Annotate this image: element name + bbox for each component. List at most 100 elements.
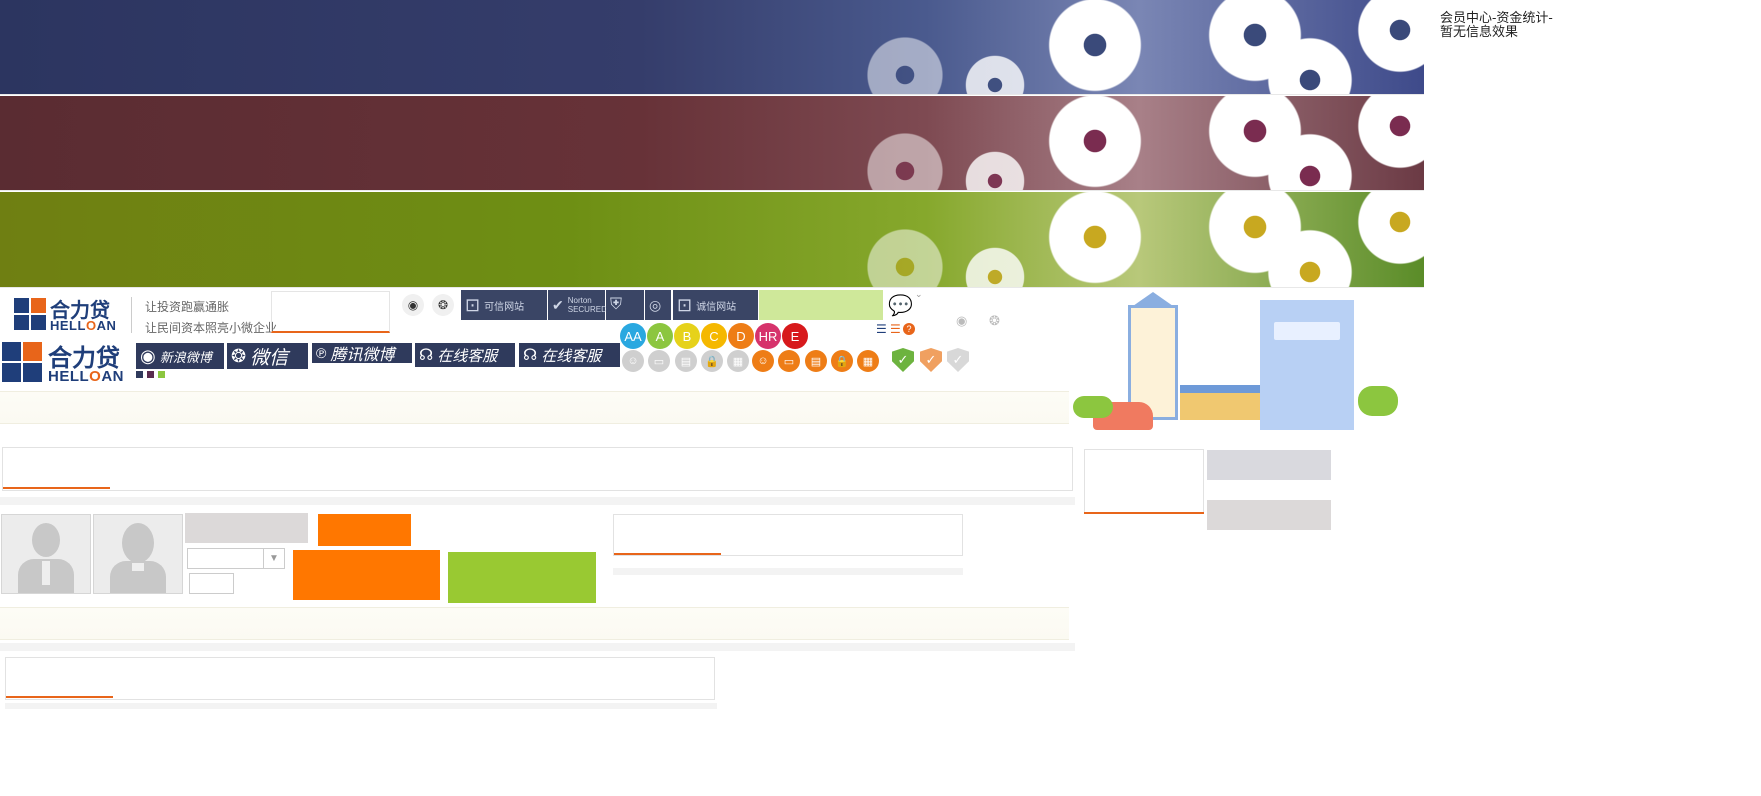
trust-badge-kexin[interactable]: ⊡ 可信网站 (461, 290, 547, 320)
online-service-button-2[interactable]: ☊ 在线客服 (519, 343, 620, 367)
rating-hr-icon: HR (755, 323, 781, 349)
lock-icon-active: 🔒 (831, 350, 853, 372)
page-note: 会员中心-资金统计- 暂无信息效果 (1440, 12, 1761, 40)
gray-button[interactable] (1207, 450, 1331, 480)
logo-mark-icon (2, 342, 42, 382)
female-avatar[interactable] (93, 514, 183, 594)
wechat-icon[interactable]: ❂ (989, 313, 1000, 329)
male-silhouette-icon (18, 523, 74, 593)
rating-d-icon: D (728, 323, 754, 349)
city-illustration (1073, 290, 1398, 440)
list-icon-orange[interactable]: ☰ (890, 322, 901, 336)
side-card (1084, 449, 1204, 514)
active-tab-underline (3, 487, 110, 489)
weibo-icon: ◉ (140, 345, 156, 366)
wechat-icon: ❂ (231, 345, 247, 366)
chat-bubble-icon[interactable]: 💬 (888, 293, 913, 318)
headset-icon: ☊ (523, 347, 538, 364)
logo-en-text: HELLOAN (50, 318, 117, 333)
divider (131, 297, 132, 333)
orange-button-large[interactable] (293, 550, 440, 600)
flower-icon (1040, 0, 1150, 94)
tab-panel (2, 447, 1073, 491)
page-note-line1: 会员中心-资金统计- (1440, 11, 1553, 26)
content-strip (0, 391, 1069, 424)
rating-e-icon: E (782, 323, 808, 349)
shield-check-icon: ✓ (920, 348, 942, 372)
flower-icon (1350, 0, 1424, 80)
trust-badge-norton[interactable]: ✔ Norton SECURED (548, 290, 607, 320)
user-icon: ☺ (622, 350, 644, 372)
nav-tab[interactable] (271, 291, 390, 333)
logo-en-text: HELLOAN (48, 368, 125, 385)
green-button-large[interactable] (448, 552, 596, 603)
swatch-dark (136, 371, 143, 378)
shield-check-icon: ✓ (892, 348, 914, 372)
flower-icon (860, 126, 950, 190)
tab-panel-bottom (5, 657, 715, 700)
site-logo[interactable]: 合力贷 HELLOAN (14, 296, 120, 336)
wechat-icon[interactable]: ❂ (432, 294, 454, 316)
calculator-screen (1274, 322, 1340, 340)
flower-icon (1350, 96, 1424, 176)
grid-icon-active: ▦ (857, 350, 879, 372)
site-logo-large[interactable]: 合力贷 HELLOAN (0, 340, 136, 386)
active-tab-underline (6, 696, 113, 698)
card-icon-active: ▭ (778, 350, 800, 372)
online-service-button[interactable]: ☊ 在线客服 (415, 343, 515, 367)
lock-icon: 🔒 (701, 350, 723, 372)
flower-icon (1040, 192, 1150, 287)
green-banner-slot (759, 290, 883, 320)
female-silhouette-icon (110, 523, 166, 593)
gray-button-2[interactable] (1207, 500, 1331, 530)
chevron-down-icon: ▼ (263, 549, 284, 568)
panel-shadow (5, 703, 717, 709)
flower-icon (860, 30, 950, 94)
list-icon[interactable]: ☰ (876, 322, 887, 336)
slogan-2: 让民间资本照亮小微企业 (145, 321, 278, 335)
card-icon: ▤ (675, 350, 697, 372)
logo-mark-icon (14, 298, 46, 330)
rating-aa-icon: AA (620, 323, 646, 349)
card-icon-active: ▤ (805, 350, 827, 372)
badge-icon: ⊡ (465, 294, 481, 315)
male-avatar[interactable] (1, 514, 91, 594)
banner-blue (0, 0, 1424, 95)
help-icon[interactable]: ? (903, 323, 915, 335)
active-tab-underline (614, 553, 721, 555)
orange-button-small[interactable] (318, 514, 411, 546)
swatch-purple (147, 371, 154, 378)
panel-shadow (0, 643, 1075, 651)
trust-badge-seal[interactable]: ◎ (645, 290, 671, 320)
tencent-icon: ℗ (316, 345, 327, 361)
flower-icon (860, 222, 950, 287)
shop-icon (1180, 385, 1260, 420)
flower-icon (960, 146, 1030, 190)
rating-c-icon: C (701, 323, 727, 349)
rating-a-icon: A (647, 323, 673, 349)
small-input[interactable] (189, 573, 234, 594)
trust-badge-chengxin[interactable]: ⊡ 诚信网站 (673, 290, 758, 320)
trust-badge-police[interactable]: ⛨ (606, 290, 644, 320)
badge-icon: ⊡ (677, 294, 693, 315)
check-icon: ✔ (552, 296, 564, 313)
flower-icon (960, 242, 1030, 287)
headset-icon: ☊ (419, 347, 434, 364)
flower-icon (1350, 192, 1424, 272)
grid-icon: ▦ (727, 350, 749, 372)
chevron-down-icon[interactable]: ⌄ (915, 289, 923, 300)
dropdown-select[interactable]: ▼ (187, 548, 285, 569)
banner-green (0, 192, 1424, 288)
flower-icon (1040, 96, 1150, 190)
weibo-icon[interactable]: ◉ (402, 294, 424, 316)
wechat-button[interactable]: ❂ 微信 (227, 343, 308, 369)
flower-icon (960, 50, 1030, 94)
tree-icon (1073, 396, 1113, 418)
card-icon: ▭ (648, 350, 670, 372)
banner-maroon (0, 96, 1424, 191)
weibo-button[interactable]: ◉ 新浪微博 (136, 343, 224, 369)
tree-icon (1358, 386, 1398, 416)
weibo-icon[interactable]: ◉ (956, 313, 967, 329)
calculator-icon (1260, 300, 1354, 430)
tencent-weibo-button[interactable]: ℗ 腾讯微博 (312, 343, 412, 364)
